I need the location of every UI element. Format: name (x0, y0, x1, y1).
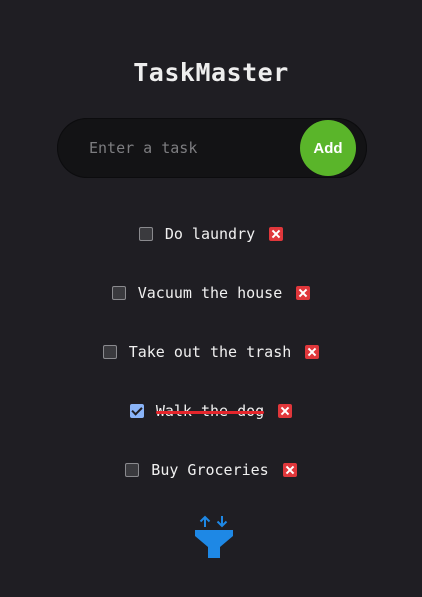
delete-task-button[interactable] (278, 404, 293, 418)
task-item: Walk the dog (0, 396, 422, 455)
task-label: Do laundry (164, 225, 256, 243)
task-label-completed: Walk the dog (155, 402, 265, 420)
task-item: Vacuum the house (0, 278, 422, 337)
task-item: Take out the trash (0, 337, 422, 396)
task-label: Buy Groceries (151, 461, 269, 479)
task-item: Do laundry (0, 219, 422, 278)
delete-task-button[interactable] (296, 286, 311, 300)
task-checkbox[interactable] (138, 227, 153, 241)
task-entry-bar: Add (57, 118, 367, 178)
app-title: TaskMaster (133, 58, 289, 87)
delete-task-button[interactable] (269, 227, 284, 241)
task-checkbox[interactable] (102, 345, 117, 359)
sort-filter-icon (195, 515, 233, 558)
task-input[interactable] (89, 136, 289, 160)
task-checkbox[interactable] (111, 286, 126, 300)
task-label: Vacuum the house (137, 284, 283, 302)
delete-task-button[interactable] (305, 345, 320, 359)
delete-task-button[interactable] (282, 463, 297, 477)
task-label: Take out the trash (128, 343, 292, 361)
task-checkbox[interactable] (125, 463, 140, 477)
sort-filter-button[interactable] (193, 514, 235, 560)
add-button[interactable]: Add (300, 120, 356, 176)
task-item: Buy Groceries (0, 455, 422, 514)
task-checkbox-checked[interactable] (129, 404, 144, 418)
task-list: Do laundry Vacuum the house Take out the… (0, 219, 422, 514)
